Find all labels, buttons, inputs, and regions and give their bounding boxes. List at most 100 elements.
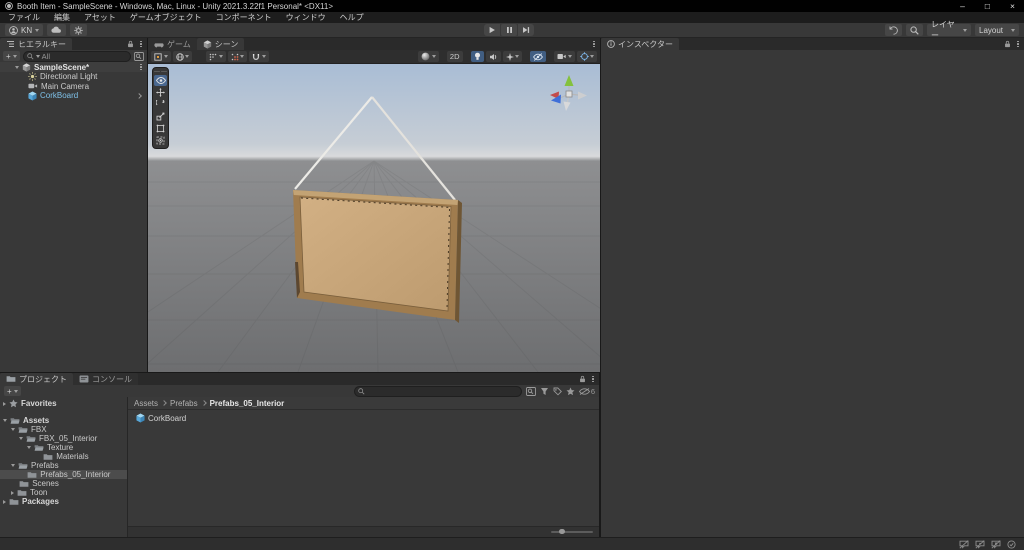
project-tree-item-prefabs-05-interior[interactable]: Prefabs_05_Interior <box>0 470 127 479</box>
tab-hierarchy[interactable]: ヒエラルキー <box>0 38 72 50</box>
restore-button[interactable]: □ <box>985 0 990 12</box>
rect-tool-button[interactable] <box>154 123 167 135</box>
breadcrumb-assets[interactable]: Assets <box>134 399 158 408</box>
view-tool-button[interactable] <box>154 74 167 86</box>
menu-gameobject[interactable]: ゲームオブジェクト <box>123 12 209 23</box>
scene-camera-dropdown[interactable] <box>554 51 575 62</box>
console-error-muted-icon[interactable] <box>991 539 1001 549</box>
tab-project[interactable]: プロジェクト <box>0 373 73 385</box>
play-button[interactable] <box>484 24 500 36</box>
transform-tool-button[interactable] <box>154 135 167 147</box>
project-tree-item-materials[interactable]: Materials <box>0 452 127 461</box>
scene-menu-icon[interactable] <box>139 63 143 72</box>
project-tree-item-fbx[interactable]: FBX <box>0 425 127 434</box>
project-tree-item-prefabs[interactable]: Prefabs <box>0 461 127 470</box>
filter-label-icon[interactable] <box>553 387 562 396</box>
collapse-arrow-icon[interactable] <box>3 401 6 406</box>
expand-arrow-icon[interactable] <box>27 446 31 449</box>
step-button[interactable] <box>518 24 534 36</box>
gizmos-dropdown[interactable] <box>576 51 597 62</box>
open-search-window-icon[interactable] <box>525 386 536 396</box>
pause-button[interactable] <box>501 24 517 36</box>
gizmo-center-cube[interactable] <box>565 90 573 98</box>
cloud-button[interactable] <box>47 24 67 36</box>
account-button[interactable]: KN <box>5 24 44 36</box>
collapse-arrow-icon[interactable] <box>3 499 6 504</box>
grid-snapping-dropdown[interactable] <box>206 51 226 62</box>
panel-menu-icon[interactable] <box>592 40 596 49</box>
menu-assets[interactable]: アセット <box>77 12 123 23</box>
layout-dropdown[interactable]: Layout <box>975 24 1019 36</box>
increment-snap-dropdown[interactable] <box>227 51 247 62</box>
expand-arrow-icon[interactable] <box>11 428 15 431</box>
move-tool-button[interactable] <box>154 87 167 99</box>
expand-arrow-icon[interactable] <box>11 464 15 467</box>
project-search-input[interactable] <box>353 385 522 397</box>
scene-effects-dropdown[interactable] <box>502 51 522 62</box>
tab-scene[interactable]: シーン <box>196 38 245 50</box>
slider-knob[interactable] <box>559 528 565 534</box>
snap-settings-dropdown[interactable] <box>249 51 269 62</box>
project-tree-item-fbx-05-interior[interactable]: FBX_05_Interior <box>0 434 127 443</box>
tab-game[interactable]: ゲーム <box>148 38 197 50</box>
hierarchy-scene-row[interactable]: SampleScene* <box>0 62 147 72</box>
scene-3d-view[interactable] <box>148 64 600 372</box>
project-tree-item-assets[interactable]: Assets <box>0 416 127 425</box>
console-info-muted-icon[interactable] <box>959 539 969 549</box>
project-tree-item-favorites[interactable]: Favorites <box>0 399 127 408</box>
menu-file[interactable]: ファイル <box>1 12 47 23</box>
search-button[interactable] <box>906 24 923 36</box>
lock-icon[interactable] <box>1004 40 1011 48</box>
2d-toggle-button[interactable]: 2D <box>446 51 463 62</box>
expand-arrow[interactable] <box>15 65 19 69</box>
panel-menu-icon[interactable] <box>1016 40 1020 49</box>
project-create-button[interactable]: + <box>4 386 21 396</box>
hierarchy-item-corkboard[interactable]: CorkBoard <box>0 91 147 101</box>
background-activity-icon[interactable] <box>1007 539 1016 549</box>
minimize-button[interactable]: – <box>960 0 965 12</box>
menu-window[interactable]: ウィンドウ <box>279 12 333 23</box>
project-tree-item-toon[interactable]: Toon <box>0 488 127 497</box>
rotate-tool-button[interactable] <box>154 99 167 111</box>
hidden-packages-toggle[interactable]: 6 <box>578 387 595 396</box>
scene-visibility-toggle[interactable] <box>530 51 546 62</box>
open-search-window-icon[interactable] <box>134 51 144 61</box>
hierarchy-create-button[interactable]: + <box>3 51 20 61</box>
breadcrumb-prefabs[interactable]: Prefabs <box>170 399 198 408</box>
layers-dropdown[interactable]: レイヤー <box>927 20 971 40</box>
close-button[interactable]: × <box>1010 0 1015 12</box>
expand-arrow-icon[interactable] <box>19 437 23 440</box>
project-tree-item-scenes[interactable]: Scenes <box>0 479 127 488</box>
expand-arrow-icon[interactable] <box>3 419 7 422</box>
filter-type-icon[interactable] <box>540 387 549 396</box>
overlay-drag-handle[interactable] <box>154 69 167 74</box>
project-tree-item-texture[interactable]: Texture <box>0 443 127 452</box>
scale-tool-button[interactable] <box>154 111 167 123</box>
handle-orientation-dropdown[interactable] <box>172 51 192 62</box>
menu-help[interactable]: ヘルプ <box>333 12 371 23</box>
menu-edit[interactable]: 編集 <box>47 12 77 23</box>
console-warning-muted-icon[interactable] <box>975 539 985 549</box>
panel-menu-icon[interactable] <box>591 375 595 384</box>
scene-lighting-toggle[interactable] <box>470 51 484 62</box>
scene-viewport[interactable] <box>148 64 600 372</box>
services-button[interactable] <box>70 24 88 36</box>
save-search-icon[interactable] <box>566 387 575 396</box>
undo-history-button[interactable] <box>885 24 902 36</box>
collapse-arrow-icon[interactable] <box>11 490 14 495</box>
scene-audio-toggle[interactable] <box>485 51 501 62</box>
tab-inspector[interactable]: インスペクター <box>601 38 679 50</box>
hierarchy-item-main-camera[interactable]: Main Camera <box>0 82 147 92</box>
hierarchy-item-directional-light[interactable]: Directional Light <box>0 72 147 82</box>
menu-component[interactable]: コンポーネント <box>209 12 279 23</box>
lock-icon[interactable] <box>579 375 586 383</box>
prefab-open-arrow-icon[interactable] <box>135 92 142 99</box>
hierarchy-search-input[interactable]: All <box>22 50 131 62</box>
project-tree-item-packages[interactable]: Packages <box>0 497 127 506</box>
draw-mode-dropdown[interactable] <box>418 51 439 62</box>
breadcrumb-prefabs-05-interior[interactable]: Prefabs_05_Interior <box>210 399 285 408</box>
tab-console[interactable]: コンソール <box>73 373 138 385</box>
search-filter-caret-icon[interactable] <box>35 54 40 58</box>
lock-icon[interactable] <box>127 40 134 48</box>
icon-size-slider[interactable] <box>551 528 593 534</box>
